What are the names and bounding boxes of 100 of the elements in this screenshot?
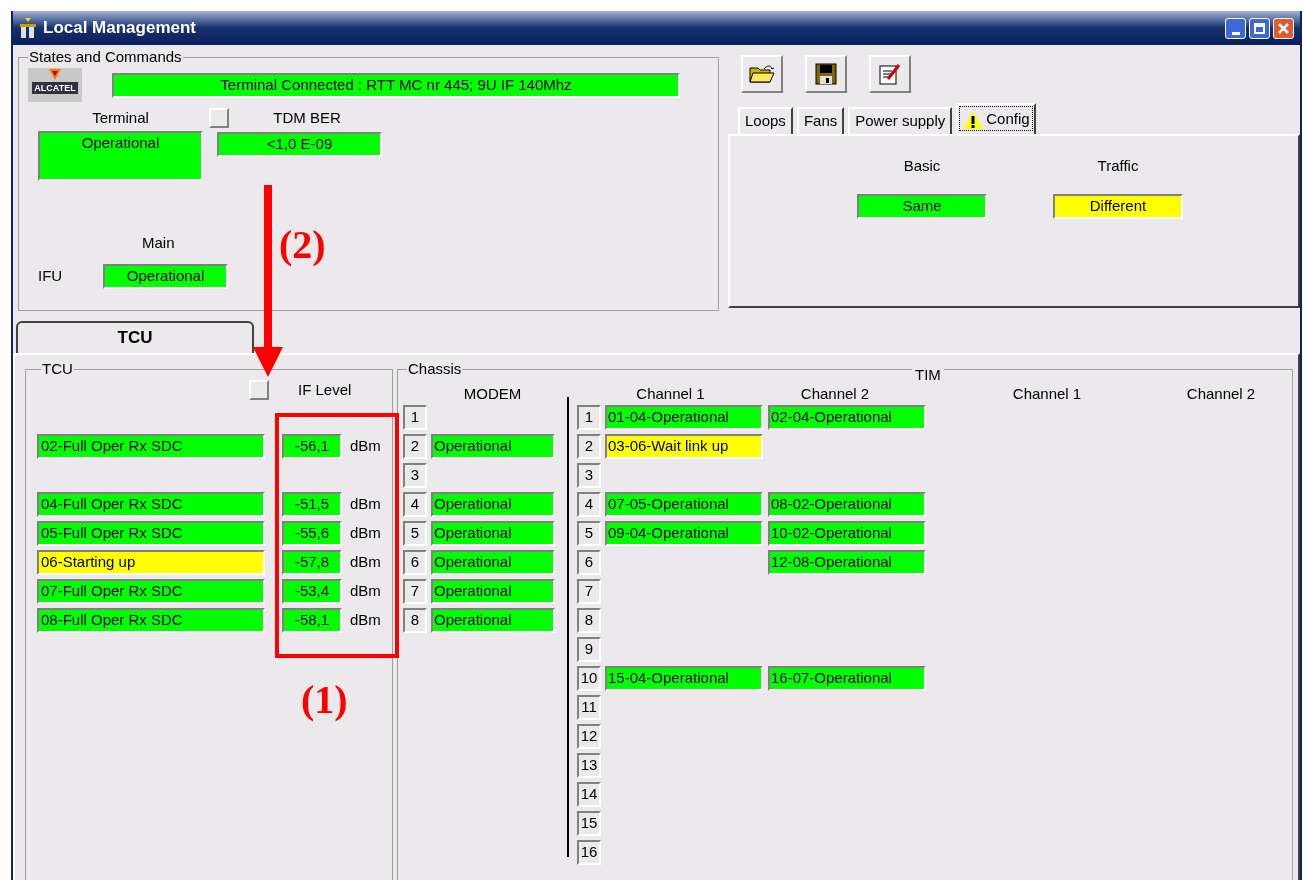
status-field: Operational xyxy=(431,434,555,459)
level-field: -56,1 xyxy=(282,434,342,459)
status-field: 15-04-Operational xyxy=(605,666,763,691)
status-field: 06-Starting up xyxy=(37,550,265,575)
status-field: 02-04-Operational xyxy=(768,405,926,430)
group-title: Chassis xyxy=(407,361,463,377)
status-field: Terminal Connected : RTT MC nr 445; 9U IF 140Mhz xyxy=(112,72,680,98)
slot-number: 6 xyxy=(577,550,601,575)
status-field: Operational xyxy=(431,608,555,633)
slot-number: 15 xyxy=(577,811,601,836)
status-field: 09-04-Operational xyxy=(605,521,763,546)
slot-number: 5 xyxy=(577,521,601,546)
column-header: Channel 2 xyxy=(1185,383,1257,404)
column-header: Channel 1 xyxy=(1011,383,1083,404)
if-level-label: IF Level xyxy=(298,379,352,400)
annotation-label: (1) xyxy=(301,676,348,724)
window-title: Local Management xyxy=(43,17,197,40)
slot-number: 12 xyxy=(577,724,601,749)
slot-number: 14 xyxy=(577,782,601,807)
column-header: Channel 1 xyxy=(635,383,706,404)
slot-number: 7 xyxy=(403,579,427,604)
slot-number: 8 xyxy=(577,608,601,633)
status-field: Operational xyxy=(431,550,555,575)
slot-number: 8 xyxy=(403,608,427,633)
config-label: Basic xyxy=(903,156,941,176)
slot-number: 5 xyxy=(403,521,427,546)
terminal-label: Terminal xyxy=(91,108,150,128)
edit-button[interactable] xyxy=(869,55,911,93)
status-field: 02-Full Oper Rx SDC xyxy=(37,434,265,459)
minimize-button[interactable] xyxy=(1225,17,1246,39)
status-field: Different xyxy=(1053,194,1183,219)
config-label: Traffic xyxy=(1097,156,1139,176)
level-field: -58,1 xyxy=(282,608,342,633)
slot-number: 4 xyxy=(403,492,427,517)
status-field: Operational xyxy=(38,131,203,181)
status-field: 12-08-Operational xyxy=(768,550,926,575)
maximize-button[interactable] xyxy=(1249,17,1270,39)
slot-number: 16 xyxy=(577,840,601,865)
tdm-ber-label: TDM BER xyxy=(272,108,342,128)
unit-label: dBm xyxy=(350,494,381,514)
slot-number: 6 xyxy=(403,550,427,575)
status-field: 10-02-Operational xyxy=(768,521,926,546)
tab[interactable]: Loops xyxy=(738,107,793,134)
tab[interactable]: TCU xyxy=(16,321,254,353)
status-field: Same xyxy=(857,194,987,219)
status-field: Operational xyxy=(103,264,228,289)
status-field: 04-Full Oper Rx SDC xyxy=(37,492,265,517)
slot-number: 7 xyxy=(577,579,601,604)
annotation-label: (2) xyxy=(279,221,326,269)
status-field: 16-07-Operational xyxy=(768,666,926,691)
logo-text: ALCATEL xyxy=(32,82,78,94)
document-pencil-icon xyxy=(878,62,902,86)
status-field: 07-05-Operational xyxy=(605,492,763,517)
tab[interactable]: Power supply xyxy=(848,107,953,134)
status-field: 03-06-Wait link up xyxy=(605,434,763,459)
tab[interactable]: Config xyxy=(956,103,1036,134)
slot-number: 1 xyxy=(403,405,427,430)
floppy-icon xyxy=(815,63,837,85)
modem-label: MODEM xyxy=(462,383,523,404)
status-field: 01-04-Operational xyxy=(605,405,763,430)
status-field: Operational xyxy=(431,521,555,546)
level-field: -53,4 xyxy=(282,579,342,604)
level-field: -57,8 xyxy=(282,550,342,575)
checkbox[interactable] xyxy=(249,380,269,400)
folder-icon xyxy=(749,64,775,84)
slot-number: 2 xyxy=(403,434,427,459)
status-field: Operational xyxy=(431,579,555,604)
close-button[interactable] xyxy=(1273,17,1294,39)
open-button[interactable] xyxy=(741,55,783,93)
checkbox[interactable] xyxy=(209,108,229,128)
slot-number: 9 xyxy=(577,637,601,662)
group-title: TCU xyxy=(41,361,74,377)
unit-label: dBm xyxy=(350,581,381,601)
slot-number: 1 xyxy=(577,405,601,430)
main-label: Main xyxy=(142,233,175,253)
column-header: Channel 2 xyxy=(799,383,871,404)
save-button[interactable] xyxy=(805,55,847,93)
unit-label: dBm xyxy=(350,436,381,456)
slot-number: 13 xyxy=(577,753,601,778)
slot-number: 4 xyxy=(577,492,601,517)
triangle-icon xyxy=(49,69,61,80)
slot-number: 2 xyxy=(577,434,601,459)
unit-label: dBm xyxy=(350,523,381,543)
tab[interactable]: Fans xyxy=(796,107,845,134)
close-icon xyxy=(1278,22,1289,34)
status-field: Operational xyxy=(431,492,555,517)
unit-label: dBm xyxy=(350,610,381,630)
ifu-label: IFU xyxy=(38,266,64,287)
status-field: 08-02-Operational xyxy=(768,492,926,517)
status-field: 05-Full Oper Rx SDC xyxy=(37,521,265,546)
slot-number: 10 xyxy=(577,666,601,691)
slot-number: 3 xyxy=(403,463,427,488)
level-field: -51,5 xyxy=(282,492,342,517)
slot-number: 11 xyxy=(577,695,601,720)
slot-number: 3 xyxy=(577,463,601,488)
status-field: 07-Full Oper Rx SDC xyxy=(37,579,265,604)
status-field: <1,0 E-09 xyxy=(217,132,382,157)
group-title: TIM xyxy=(912,367,944,383)
app-icon xyxy=(19,17,37,39)
unit-label: dBm xyxy=(350,552,381,572)
